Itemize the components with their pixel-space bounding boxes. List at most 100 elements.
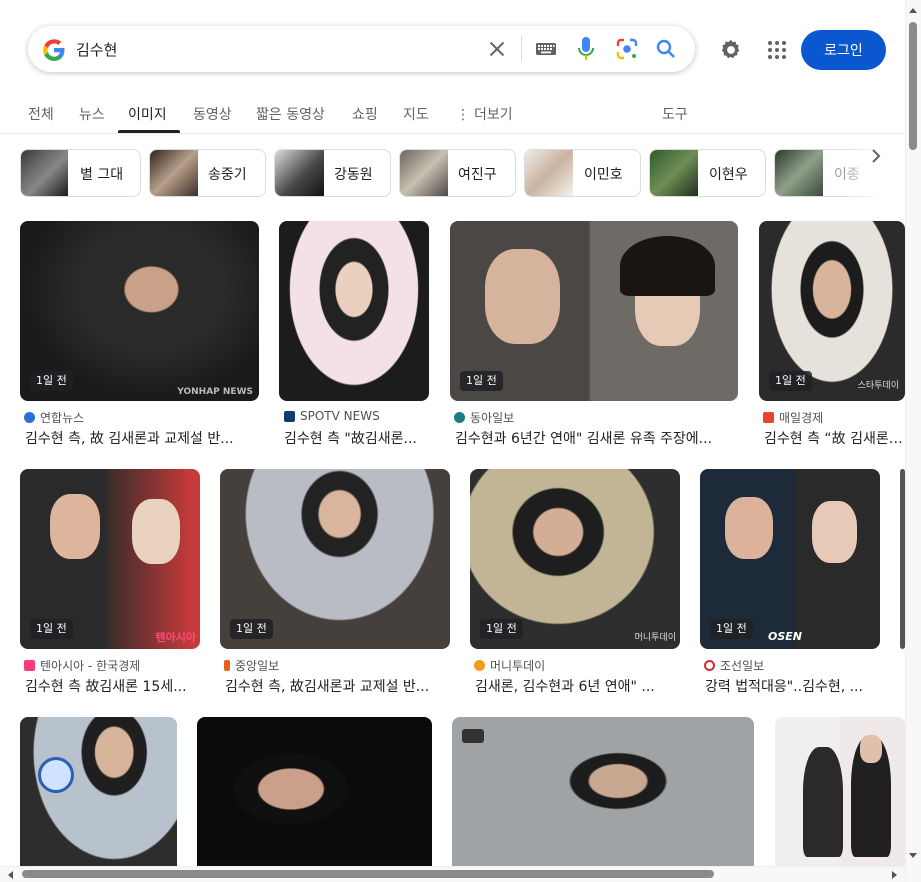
joongang-favicon-icon bbox=[224, 660, 230, 671]
result-source[interactable]: 조선일보 bbox=[704, 657, 764, 674]
google-apps-icon[interactable] bbox=[765, 38, 789, 62]
chip-related[interactable]: 강동원 bbox=[274, 149, 391, 197]
search-box[interactable]: 김수현 bbox=[28, 26, 695, 72]
tab-images[interactable]: 이미지 bbox=[128, 104, 167, 124]
source-name: SPOTV NEWS bbox=[300, 409, 380, 423]
chip-label: 이현우 bbox=[709, 167, 748, 183]
scroll-up-arrow-icon[interactable] bbox=[908, 6, 918, 14]
chip-related[interactable]: 송중기 bbox=[149, 149, 266, 197]
chip-related[interactable]: 이민호 bbox=[524, 149, 641, 197]
source-name: 연합뉴스 bbox=[40, 411, 85, 425]
time-badge: 1일 전 bbox=[769, 371, 812, 391]
microphone-icon[interactable] bbox=[576, 36, 596, 62]
image-watermark: OSEN bbox=[768, 630, 802, 643]
image-result[interactable]: 1일 전 bbox=[450, 221, 738, 401]
mt-favicon-icon bbox=[474, 660, 485, 671]
photo-face bbox=[812, 501, 857, 563]
result-title[interactable]: 김수현과 6년간 연애" 김새론 유족 주장에... bbox=[455, 428, 738, 448]
time-badge: 1일 전 bbox=[30, 371, 73, 391]
chip-label: 여진구 bbox=[458, 167, 497, 183]
chip-label: 별 그대 bbox=[80, 167, 124, 183]
photo-face bbox=[485, 249, 560, 344]
chip-thumbnail bbox=[275, 150, 324, 196]
image-result[interactable]: 1일 전 bbox=[220, 469, 450, 649]
search-input[interactable]: 김수현 bbox=[76, 39, 117, 60]
image-result[interactable]: 1일 전 YONHAP NEWS bbox=[20, 221, 259, 401]
tab-more[interactable]: ⋮ 더보기 bbox=[456, 104, 513, 124]
google-logo-icon bbox=[43, 39, 65, 61]
search-icon[interactable] bbox=[654, 37, 678, 61]
image-result[interactable] bbox=[20, 717, 177, 877]
mk-favicon-icon bbox=[763, 412, 774, 423]
chip-related[interactable]: 별 그대 bbox=[20, 149, 141, 197]
image-watermark: 스타투데이 bbox=[857, 381, 899, 391]
photo-hair bbox=[620, 236, 715, 296]
result-source[interactable]: 연합뉴스 bbox=[24, 409, 84, 426]
tab-videos[interactable]: 동영상 bbox=[193, 104, 232, 124]
image-result[interactable] bbox=[775, 717, 905, 877]
photo-face bbox=[860, 735, 882, 763]
chip-thumbnail bbox=[650, 150, 698, 196]
scroll-right-arrow-icon[interactable] bbox=[891, 870, 899, 880]
login-button[interactable]: 로그인 bbox=[801, 30, 886, 70]
tab-maps[interactable]: 지도 bbox=[403, 104, 429, 124]
chip-related[interactable]: 여진구 bbox=[399, 149, 516, 197]
result-title[interactable]: 김수현 측 “故 김새론 ... bbox=[764, 428, 905, 448]
tab-tools[interactable]: 도구 bbox=[662, 104, 688, 124]
image-result[interactable] bbox=[452, 717, 754, 877]
image-result[interactable]: 1일 전 OSEN bbox=[700, 469, 880, 649]
photo-face bbox=[50, 494, 100, 559]
tab-shopping[interactable]: 쇼핑 bbox=[352, 104, 378, 124]
result-title[interactable]: 김수현 측 故김새론 15세... bbox=[25, 676, 200, 696]
result-title[interactable]: 강력 법적대응"..김수현, ... bbox=[705, 676, 880, 696]
source-name: 중앙일보 bbox=[235, 659, 280, 673]
time-badge: 1일 전 bbox=[710, 619, 753, 639]
vertical-scroll-thumb[interactable] bbox=[909, 22, 917, 150]
image-watermark: 텐아시아 bbox=[155, 631, 196, 644]
image-watermark: YONHAP NEWS bbox=[177, 387, 253, 397]
result-title[interactable]: 김수현 측, 故 김새론과 교제설 반... bbox=[25, 428, 257, 448]
scroll-left-arrow-icon[interactable] bbox=[6, 870, 14, 880]
result-source[interactable]: 텐아시아 - 한국경제 bbox=[24, 657, 140, 674]
photo-face bbox=[132, 499, 180, 564]
chip-label: 송중기 bbox=[208, 167, 247, 183]
chip-related[interactable]: 이현우 bbox=[649, 149, 766, 197]
tab-news[interactable]: 뉴스 bbox=[79, 104, 105, 124]
result-title[interactable]: 김수현 측 "故김새론... bbox=[284, 428, 429, 448]
keyboard-icon[interactable] bbox=[535, 39, 557, 59]
source-name: 머니투데이 bbox=[490, 659, 546, 673]
image-result[interactable] bbox=[279, 221, 429, 401]
search-tabs: 전체 뉴스 이미지 동영상 짧은 동영상 쇼핑 지도 ⋮ 더보기 도구 bbox=[0, 98, 905, 134]
result-source[interactable]: 머니투데이 bbox=[474, 657, 545, 674]
clear-icon[interactable] bbox=[486, 38, 508, 60]
result-title[interactable]: 김새론, 김수현과 6년 연애" ... bbox=[475, 676, 680, 696]
active-tab-indicator bbox=[118, 130, 180, 133]
result-title[interactable]: 김수현 측, 故김새론과 교제설 반... bbox=[225, 676, 450, 696]
result-source[interactable]: 동아일보 bbox=[454, 409, 514, 426]
source-name: 텐아시아 - 한국경제 bbox=[40, 659, 141, 673]
tenasia-favicon-icon bbox=[24, 660, 35, 671]
chip-label: 이민호 bbox=[584, 167, 623, 183]
horizontal-scroll-thumb[interactable] bbox=[22, 870, 714, 878]
yonhap-favicon-icon bbox=[24, 412, 35, 423]
google-lens-icon[interactable] bbox=[615, 37, 639, 61]
scroll-down-arrow-icon[interactable] bbox=[908, 852, 918, 860]
settings-gear-icon[interactable] bbox=[718, 37, 744, 63]
chip-thumbnail bbox=[525, 150, 573, 196]
image-result[interactable] bbox=[197, 717, 432, 877]
time-badge: 1일 전 bbox=[30, 619, 73, 639]
chevron-right-icon[interactable] bbox=[866, 146, 886, 166]
chip-label: 강동원 bbox=[334, 167, 373, 183]
source-name: 동아일보 bbox=[470, 411, 515, 425]
result-source[interactable]: 중앙일보 bbox=[224, 657, 279, 674]
tab-short-videos[interactable]: 짧은 동영상 bbox=[256, 104, 325, 124]
image-result[interactable]: 1일 전 머니투데이 bbox=[470, 469, 680, 649]
more-vert-icon: ⋮ bbox=[456, 107, 470, 123]
result-source[interactable]: 매일경제 bbox=[763, 409, 823, 426]
image-result[interactable]: 1일 전 텐아시아 bbox=[20, 469, 200, 649]
result-source[interactable]: SPOTV NEWS bbox=[284, 409, 380, 423]
image-result[interactable]: 1일 전 스타투데이 bbox=[759, 221, 905, 401]
chip-thumbnail bbox=[21, 150, 68, 196]
photo-person bbox=[803, 747, 843, 857]
tab-all[interactable]: 전체 bbox=[28, 104, 54, 124]
